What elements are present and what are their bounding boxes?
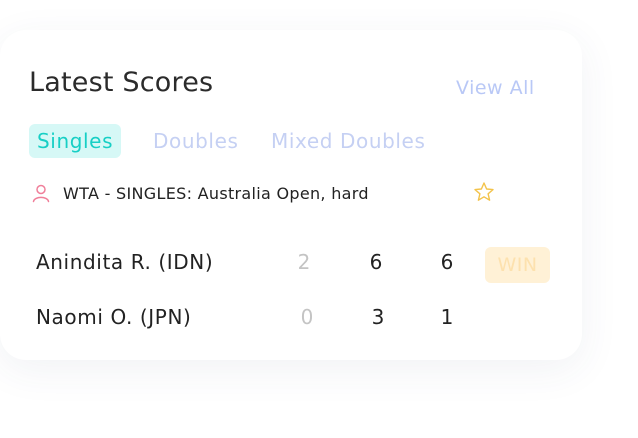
set-score: 1 <box>440 305 454 329</box>
tournament-info: WTA - SINGLES: Australia Open, hard <box>31 181 369 205</box>
set-score: 2 <box>297 250 311 274</box>
player-name: Naomi O. (JPN) <box>36 305 192 329</box>
card-title: Latest Scores <box>29 67 214 98</box>
tournament-name: WTA - SINGLES: Australia Open, hard <box>63 183 369 203</box>
tab-singles[interactable]: Singles <box>29 124 122 158</box>
player-name: Anindita R. (IDN) <box>36 250 214 274</box>
set-score: 6 <box>369 250 383 274</box>
tab-mixed-doubles[interactable]: Mixed Doubles <box>271 124 425 158</box>
star-icon[interactable] <box>473 181 495 203</box>
set-score: 0 <box>300 305 314 329</box>
view-all-link[interactable]: View All <box>456 77 535 99</box>
set-score: 6 <box>440 250 454 274</box>
set-score: 3 <box>371 305 385 329</box>
win-badge: WIN <box>485 247 550 283</box>
user-icon <box>31 183 51 203</box>
tab-doubles[interactable]: Doubles <box>153 124 239 158</box>
